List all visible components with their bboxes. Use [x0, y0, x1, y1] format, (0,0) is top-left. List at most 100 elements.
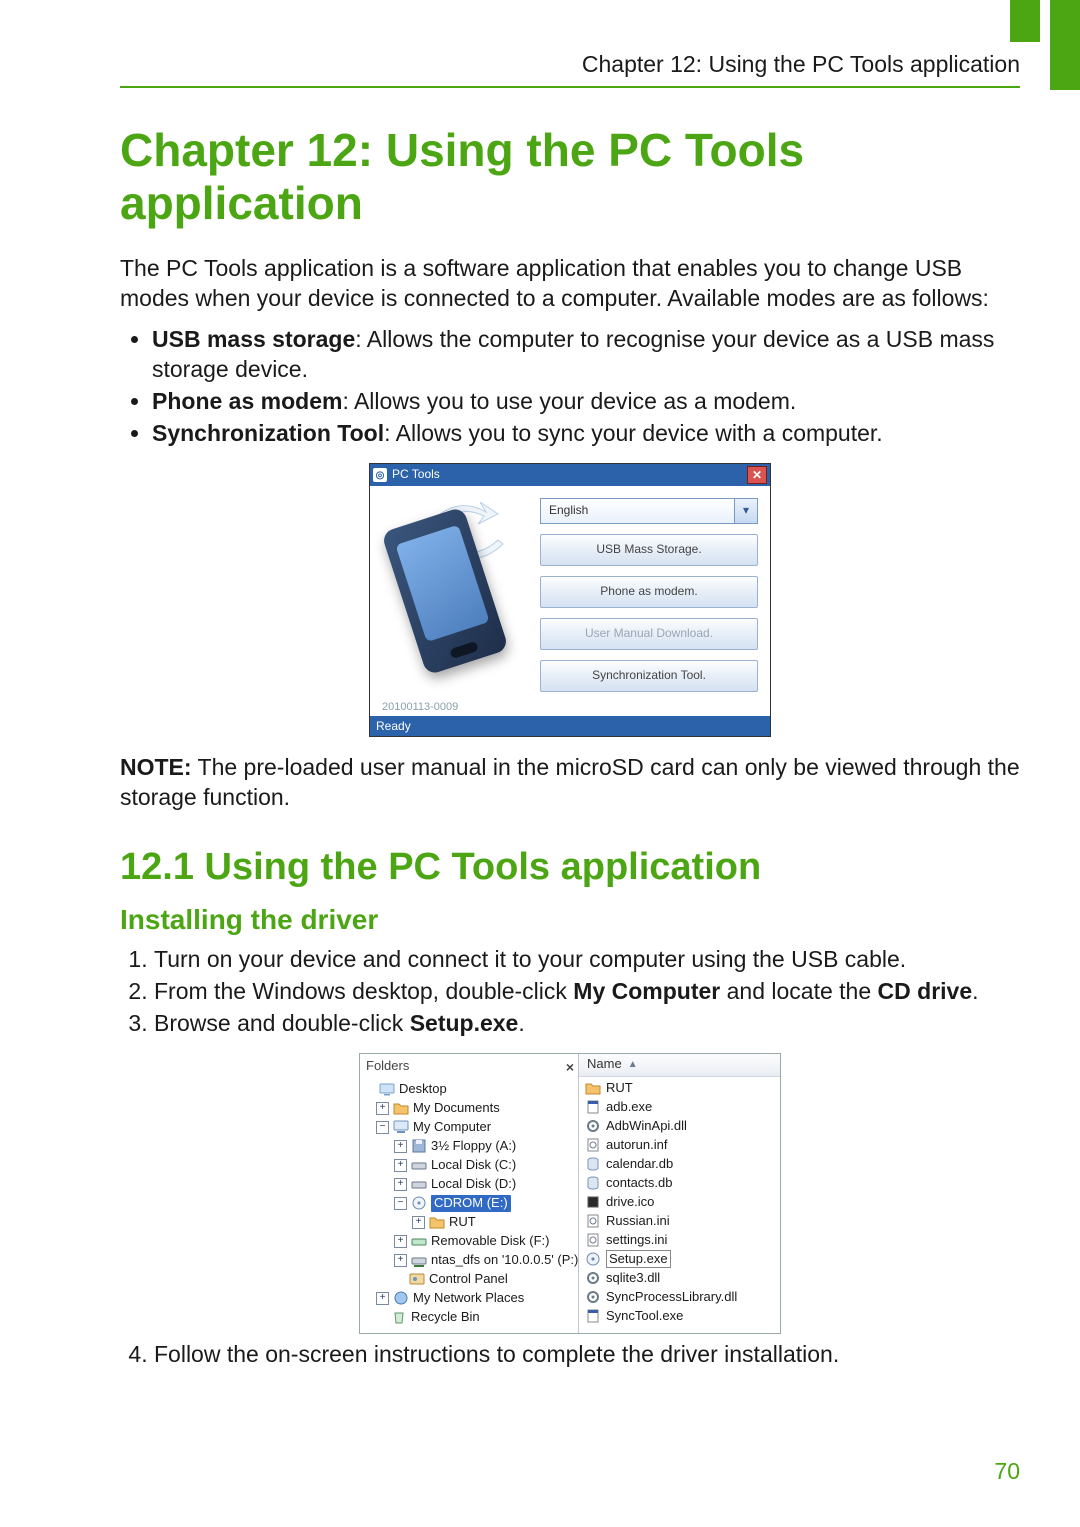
language-value: English [549, 503, 588, 519]
pctools-titlebar: ◎ PC Tools ✕ [370, 464, 770, 486]
file-item[interactable]: Russian.ini [585, 1212, 780, 1231]
section-title: 12.1 Using the PC Tools application [120, 843, 1020, 892]
pctools-app-icon: ◎ [373, 468, 387, 482]
mode-modem-name: Phone as modem [152, 388, 342, 414]
step-2a: From the Windows desktop, double-click [154, 978, 573, 1004]
expand-icon[interactable]: + [394, 1140, 407, 1153]
file-item[interactable]: Setup.exe [585, 1250, 780, 1269]
collapse-icon[interactable]: − [376, 1121, 389, 1134]
expand-icon[interactable]: + [394, 1254, 407, 1267]
tree-recycle: Recycle Bin [411, 1309, 480, 1326]
chapter-title: Chapter 12: Using the PC Tools applicati… [120, 124, 1020, 230]
step-1: Turn on your device and connect it to yo… [154, 945, 1020, 975]
expand-icon[interactable]: + [394, 1235, 407, 1248]
tree-netdrive: ntas_dfs on '10.0.0.5' (P:) [431, 1252, 578, 1269]
file-name: settings.ini [606, 1232, 667, 1249]
close-icon[interactable]: ✕ [747, 466, 767, 484]
usb-mass-storage-button[interactable]: USB Mass Storage. [540, 534, 758, 566]
file-item[interactable]: RUT [585, 1079, 780, 1098]
file-icon [585, 1138, 601, 1152]
mode-usb: USB mass storage: Allows the computer to… [152, 325, 1020, 385]
network-places-icon [393, 1291, 409, 1305]
mode-sync-name: Synchronization Tool [152, 420, 384, 446]
intro-paragraph: The PC Tools application is a software a… [120, 254, 1020, 314]
file-name: adb.exe [606, 1099, 652, 1116]
file-name: autorun.inf [606, 1137, 667, 1154]
step-3b: Setup.exe [410, 1010, 519, 1036]
computer-icon [393, 1120, 409, 1134]
note: NOTE: The pre-loaded user manual in the … [120, 753, 1020, 813]
note-text: The pre-loaded user manual in the microS… [120, 754, 1020, 810]
file-name: sqlite3.dll [606, 1270, 660, 1287]
file-name: drive.ico [606, 1194, 654, 1211]
step-3: Browse and double-click Setup.exe. [154, 1009, 1020, 1039]
tree-mycomputer: My Computer [413, 1119, 491, 1136]
file-item[interactable]: autorun.inf [585, 1136, 780, 1155]
language-combo[interactable]: English ▾ [540, 498, 758, 524]
tree-cdrom: CDROM (E:) [431, 1195, 511, 1212]
files-pane: Name ▲ RUTadb.exeAdbWinApi.dllautorun.inf… [579, 1054, 780, 1333]
sort-asc-icon: ▲ [628, 1058, 638, 1071]
file-item[interactable]: sqlite3.dll [585, 1269, 780, 1288]
file-item[interactable]: contacts.db [585, 1174, 780, 1193]
step-4: Follow the on-screen instructions to com… [154, 1340, 1020, 1370]
file-name: SyncProcessLibrary.dll [606, 1289, 737, 1306]
mode-sync-desc: : Allows you to sync your device with a … [384, 420, 883, 446]
folders-title: Folders [366, 1058, 409, 1075]
column-header[interactable]: Name ▲ [579, 1054, 780, 1077]
corner-tabs [1010, 0, 1080, 90]
control-panel-icon [409, 1272, 425, 1286]
folder-tree[interactable]: Desktop +My Documents −My Computer +3½ F… [364, 1080, 574, 1327]
expand-icon[interactable]: + [376, 1102, 389, 1115]
header-rule [120, 86, 1020, 88]
folders-pane: Folders× Desktop +My Documents −My Compu… [360, 1054, 579, 1333]
tree-cpanel: Control Panel [429, 1271, 508, 1288]
file-name: SyncTool.exe [606, 1308, 683, 1325]
step-2b: My Computer [573, 978, 720, 1004]
removable-disk-icon [411, 1234, 427, 1248]
file-list[interactable]: RUTadb.exeAdbWinApi.dllautorun.infcalend… [579, 1077, 780, 1326]
close-pane-icon[interactable]: × [566, 1058, 574, 1076]
file-icon [585, 1081, 601, 1095]
file-icon [585, 1157, 601, 1171]
pctools-dialog: ◎ PC Tools ✕ English ▾ USB Mass Storage. [369, 463, 771, 737]
phone-as-modem-button[interactable]: Phone as modem. [540, 576, 758, 608]
disk-icon [411, 1158, 427, 1172]
file-icon [585, 1195, 601, 1209]
file-item[interactable]: drive.ico [585, 1193, 780, 1212]
network-drive-icon [411, 1253, 427, 1267]
file-item[interactable]: calendar.db [585, 1155, 780, 1174]
pctools-title: PC Tools [392, 467, 742, 483]
file-item[interactable]: settings.ini [585, 1231, 780, 1250]
tree-d: Local Disk (D:) [431, 1176, 516, 1193]
expand-icon[interactable]: + [412, 1216, 425, 1229]
pctools-illustration [382, 496, 532, 676]
file-icon [585, 1233, 601, 1247]
expand-icon[interactable]: + [394, 1178, 407, 1191]
desktop-icon [379, 1082, 395, 1096]
step-2c: and locate the [720, 978, 877, 1004]
step-2: From the Windows desktop, double-click M… [154, 977, 1020, 1007]
status-text: Ready [376, 719, 411, 735]
file-item[interactable]: AdbWinApi.dll [585, 1117, 780, 1136]
file-item[interactable]: SyncProcessLibrary.dll [585, 1288, 780, 1307]
file-item[interactable]: adb.exe [585, 1098, 780, 1117]
tree-c: Local Disk (C:) [431, 1157, 516, 1174]
file-name: Russian.ini [606, 1213, 670, 1230]
synchronization-tool-button[interactable]: Synchronization Tool. [540, 660, 758, 692]
file-icon [585, 1252, 601, 1266]
tree-mydocs: My Documents [413, 1100, 500, 1117]
collapse-icon[interactable]: − [394, 1197, 407, 1210]
expand-icon[interactable]: + [376, 1292, 389, 1305]
user-manual-button[interactable]: User Manual Download. [540, 618, 758, 650]
step-2e: . [972, 978, 978, 1004]
file-item[interactable]: SyncTool.exe [585, 1307, 780, 1326]
file-name: Setup.exe [606, 1250, 671, 1269]
step-3c: . [518, 1010, 524, 1036]
cdrom-icon [411, 1196, 427, 1210]
expand-icon[interactable]: + [394, 1159, 407, 1172]
page-number: 70 [994, 1457, 1020, 1487]
col-name: Name [587, 1056, 622, 1073]
tree-rut: RUT [449, 1214, 476, 1231]
mode-modem: Phone as modem: Allows you to use your d… [152, 387, 1020, 417]
